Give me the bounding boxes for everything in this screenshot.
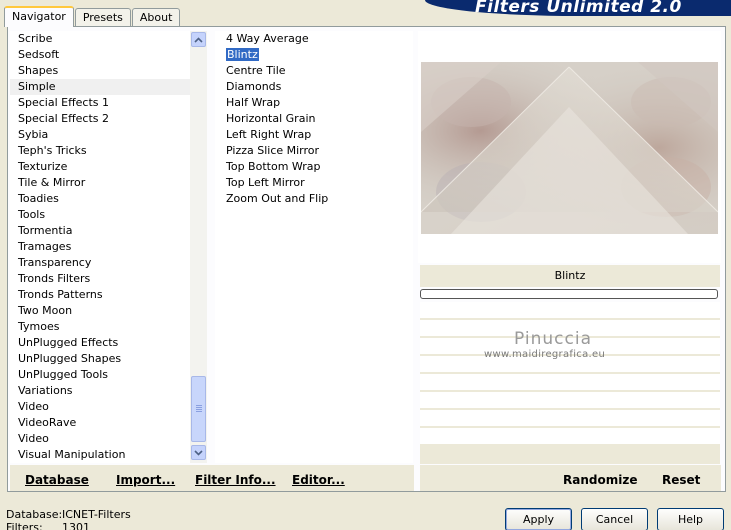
- scroll-thumb[interactable]: [191, 376, 206, 442]
- filter-item[interactable]: Centre Tile: [215, 63, 413, 79]
- parameter-row: [420, 428, 720, 444]
- status-database-label: Database:: [6, 508, 63, 521]
- category-item[interactable]: VideoRave: [10, 415, 190, 431]
- category-item[interactable]: Tymoes: [10, 319, 190, 335]
- category-item[interactable]: Tile & Mirror: [10, 175, 190, 191]
- parameter-row: [420, 302, 720, 318]
- filter-info-link[interactable]: Filter Info...: [195, 473, 276, 487]
- category-item[interactable]: Sedsoft: [10, 47, 190, 63]
- apply-button[interactable]: Apply: [505, 508, 572, 530]
- parameter-row: [420, 374, 720, 390]
- import-link[interactable]: Import...: [116, 473, 175, 487]
- preview-image: [421, 62, 718, 234]
- status-filters-value: 1301: [62, 521, 90, 530]
- database-link[interactable]: Database: [25, 473, 89, 487]
- tab-presets[interactable]: Presets: [74, 8, 131, 26]
- parameter-row: [420, 392, 720, 408]
- filter-item-selected[interactable]: Blintz: [215, 47, 413, 63]
- category-item-selected[interactable]: Simple: [10, 79, 190, 95]
- watermark-url: www.maidiregrafica.eu: [484, 349, 606, 360]
- category-item[interactable]: Transparency: [10, 255, 190, 271]
- category-item[interactable]: Tronds Filters: [10, 271, 190, 287]
- category-list[interactable]: Scribe Sedsoft Shapes Simple Special Eff…: [10, 31, 190, 463]
- status-database: Database:ICNET-Filters: [6, 508, 131, 521]
- grip-line: [196, 411, 202, 412]
- filter-item[interactable]: Horizontal Grain: [215, 111, 413, 127]
- category-item[interactable]: Variations: [10, 383, 190, 399]
- parameters-panel: [420, 302, 720, 464]
- category-item[interactable]: Shapes: [10, 63, 190, 79]
- filter-item[interactable]: Half Wrap: [215, 95, 413, 111]
- category-item[interactable]: Video: [10, 399, 190, 415]
- grip-line: [196, 405, 202, 406]
- grip-line: [196, 407, 202, 408]
- chevron-down-icon: [194, 449, 203, 456]
- chevron-up-icon: [194, 36, 203, 43]
- filter-item[interactable]: Diamonds: [215, 79, 413, 95]
- scroll-down-button[interactable]: [191, 445, 206, 460]
- scroll-up-button[interactable]: [191, 32, 206, 47]
- filter-list[interactable]: 4 Way Average Blintz Centre Tile Diamond…: [215, 31, 413, 463]
- category-item[interactable]: Visual Manipulation: [10, 447, 190, 463]
- category-item[interactable]: Special Effects 2: [10, 111, 190, 127]
- tab-strip: Navigator Presets About: [4, 6, 181, 27]
- randomize-link[interactable]: Randomize: [563, 473, 637, 487]
- category-item[interactable]: Texturize: [10, 159, 190, 175]
- tab-about[interactable]: About: [131, 8, 181, 26]
- filter-item[interactable]: 4 Way Average: [215, 31, 413, 47]
- category-item[interactable]: Scribe: [10, 31, 190, 47]
- editor-link[interactable]: Editor...: [292, 473, 345, 487]
- category-item[interactable]: Tramages: [10, 239, 190, 255]
- category-scrollbar[interactable]: [190, 31, 207, 463]
- tab-navigator[interactable]: Navigator: [4, 6, 74, 27]
- status-filters: Filters: 1301: [6, 521, 90, 530]
- filter-item[interactable]: Pizza Slice Mirror: [215, 143, 413, 159]
- filter-item[interactable]: Zoom Out and Flip: [215, 191, 413, 207]
- parameter-row: [420, 410, 720, 426]
- category-item[interactable]: UnPlugged Tools: [10, 367, 190, 383]
- category-item[interactable]: Tormentia: [10, 223, 190, 239]
- reset-link[interactable]: Reset: [662, 473, 700, 487]
- category-item[interactable]: Tronds Patterns: [10, 287, 190, 303]
- filter-item[interactable]: Top Bottom Wrap: [215, 159, 413, 175]
- status-database-value: ICNET-Filters: [62, 508, 131, 521]
- help-button[interactable]: Help: [657, 508, 724, 530]
- category-item[interactable]: Video: [10, 431, 190, 447]
- banner-title: Filters Unlimited 2.0: [475, 0, 682, 17]
- category-item[interactable]: Teph's Tricks: [10, 143, 190, 159]
- filter-item[interactable]: Left Right Wrap: [215, 127, 413, 143]
- cancel-button[interactable]: Cancel: [581, 508, 648, 530]
- filter-name-label: Blintz: [420, 265, 720, 287]
- category-item[interactable]: Toadies: [10, 191, 190, 207]
- grip-line: [196, 409, 202, 410]
- category-item[interactable]: Tools: [10, 207, 190, 223]
- category-item[interactable]: Sybia: [10, 127, 190, 143]
- watermark-name: Pinuccia: [514, 329, 592, 349]
- category-item[interactable]: UnPlugged Effects: [10, 335, 190, 351]
- progress-bar: [420, 289, 718, 299]
- status-filters-label: Filters:: [6, 521, 43, 530]
- category-item[interactable]: Special Effects 1: [10, 95, 190, 111]
- category-item[interactable]: UnPlugged Shapes: [10, 351, 190, 367]
- filter-item[interactable]: Top Left Mirror: [215, 175, 413, 191]
- category-item[interactable]: Two Moon: [10, 303, 190, 319]
